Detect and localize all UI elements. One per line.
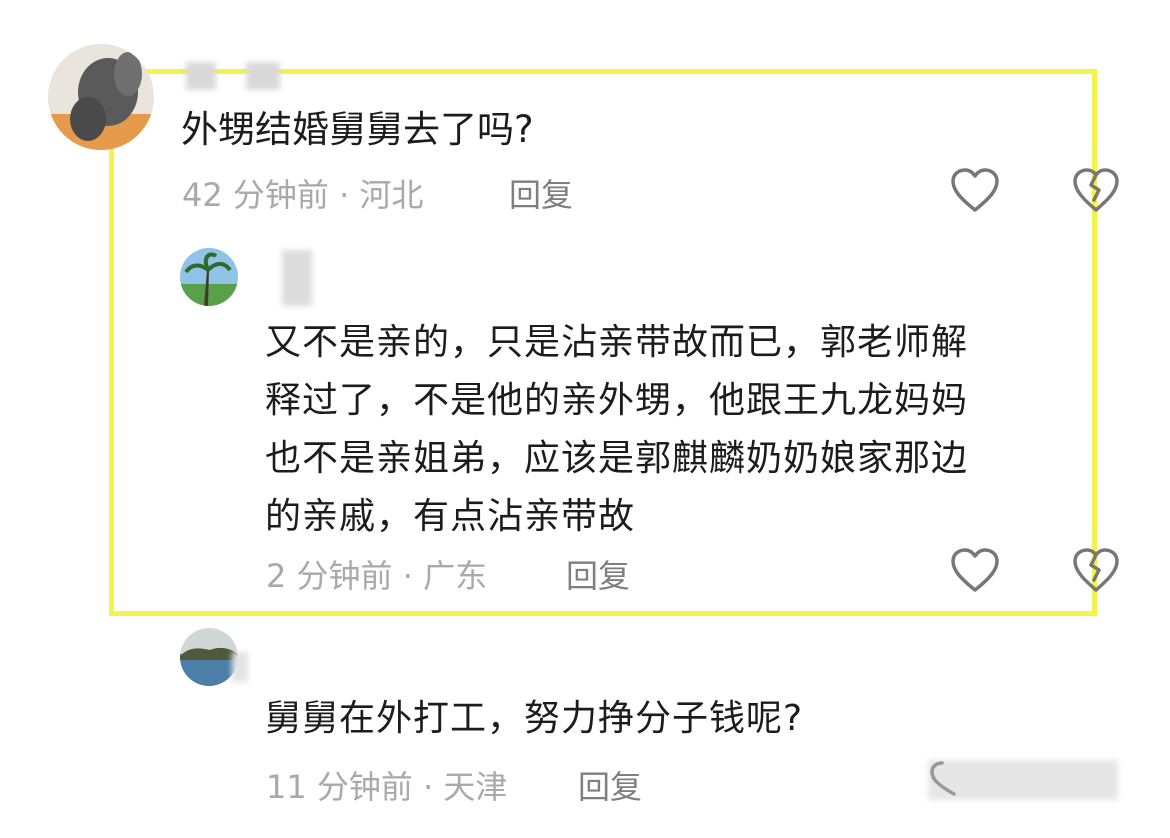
comment-text: 外甥结婚舅舅去了吗? — [181, 108, 534, 151]
reply-button[interactable]: 回复 — [566, 551, 630, 597]
comment-text-line: 释过了，不是他的亲外甥，他跟王九龙妈妈 — [265, 380, 969, 421]
avatar[interactable] — [180, 248, 238, 306]
comment-location: 天津 — [443, 768, 508, 806]
comment-meta: 11 分钟前 · 天津 — [266, 762, 507, 808]
comment-meta: 42 分钟前 · 河北 — [182, 170, 423, 216]
dislike-icon[interactable] — [1072, 548, 1120, 594]
comment-time: 42 分钟前 — [182, 176, 329, 214]
username-blur — [246, 62, 280, 90]
avatar[interactable] — [48, 44, 154, 150]
username-blur — [186, 62, 216, 90]
comment-time: 2 分钟前 — [266, 557, 393, 595]
comment-text: 舅舅在外打工，努力挣分子钱呢? — [265, 698, 804, 739]
comment-text-line: 又不是亲的，只是沾亲带故而已，郭老师解 — [265, 322, 969, 363]
comment-meta: 2 分钟前 · 广东 — [266, 551, 487, 597]
heart-icon[interactable] — [950, 548, 1000, 594]
meta-separator: · — [423, 768, 434, 806]
comment-text-line: 也不是亲姐弟，应该是郭麒麟奶奶娘家那边 — [265, 438, 969, 479]
comment-location: 河北 — [359, 176, 424, 214]
username-blur — [282, 250, 312, 306]
dislike-icon[interactable] — [1072, 168, 1120, 214]
heart-icon[interactable] — [928, 760, 958, 800]
comment-location: 广东 — [423, 557, 488, 595]
meta-separator: · — [339, 176, 350, 214]
comment-text-line: 的亲戚，有点沾亲带故 — [265, 496, 636, 537]
reply-button[interactable]: 回复 — [509, 170, 573, 216]
avatar[interactable] — [180, 628, 238, 686]
meta-separator: · — [402, 557, 413, 595]
heart-icon[interactable] — [950, 168, 1000, 214]
username-blur — [232, 652, 248, 682]
comment-time: 11 分钟前 — [266, 768, 413, 806]
reply-button[interactable]: 回复 — [578, 762, 642, 808]
